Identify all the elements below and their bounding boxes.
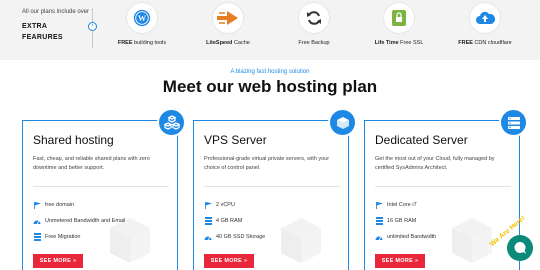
flag-icon [33,201,41,209]
plan-description: Professional-grade virtual private serve… [204,156,330,171]
list-item: 4 GB RAM [204,213,265,229]
speedometer-icon [33,217,41,225]
plan-title: Dedicated Server [375,133,468,147]
plan-description: Fast, cheap, and reliable shared plans w… [33,156,150,171]
cubes-illustration [110,218,150,263]
features-intro: All our plans include over EXTRA FEARURE… [22,8,90,43]
features-intro-title: EXTRA FEARURES [22,23,63,41]
feature-free-ssl[interactable]: Life Time Free SSL [359,0,439,46]
section-kicker: A blazing fast hosting solution [230,69,310,75]
see-more-button[interactable]: SEE MORE » [33,254,83,268]
feature-label: Life Time Free SSL [374,40,424,46]
litespeed-icon [212,2,244,34]
divider [375,186,511,187]
divider [204,186,340,187]
ssl-lock-icon [383,2,415,34]
feature-label: LiteSpeed Cache [206,40,250,46]
server-icon [204,217,212,225]
server-rack-icon [499,108,528,137]
feature-free-cdn[interactable]: FREE CDN cloudflare [445,0,525,46]
wordpress-icon: W [126,2,158,34]
feature-free-backup[interactable]: Free Backup [274,0,354,46]
cubes-icon [157,108,186,137]
flag-icon [375,201,383,209]
divider [33,186,169,187]
section-title: Meet our web hosting plan [162,77,378,96]
feature-free-building-tools[interactable]: W FREE building tools [102,0,182,46]
list-item: Intel Core i7 [375,197,436,213]
list-item: 2 vCPU [204,197,265,213]
server-icon [375,217,383,225]
list-item: unlimited Bandwidth [375,229,436,245]
cloud-upload-icon [469,2,501,34]
feature-label: Free Backup [298,40,330,46]
list-item: 40 GB SSD Storage [204,229,265,245]
plan-feature-list: Intel Core i7 16 GB RAM unlimited Bandwi… [375,197,436,245]
features-intro-small: All our plans include over [22,9,90,15]
list-item: 16 GB RAM [375,213,436,229]
plan-description: Get the most out of your Cloud, fully ma… [375,156,495,171]
cubes-illustration [281,218,321,263]
server-icon [33,233,41,241]
plan-title: Shared hosting [33,133,114,147]
features-bar: All our plans include over EXTRA FEARURE… [0,0,540,60]
feature-label: FREE CDN cloudflare [458,40,512,46]
chat-button[interactable] [507,235,533,261]
speedometer-icon [375,233,383,241]
see-more-button[interactable]: SEE MORE » [375,254,425,268]
plan-card-vps: VPS Server Professional-grade virtual pr… [193,120,349,270]
list-item: free domain [33,197,125,213]
speedometer-icon [204,233,212,241]
see-more-button[interactable]: SEE MORE » [204,254,254,268]
cube-icon [328,108,357,137]
chat-bubble-icon [514,242,526,254]
chevron-right-icon: › [88,22,97,31]
feature-label: FREE building tools [117,40,167,46]
plan-title: VPS Server [204,133,267,147]
feature-litespeed-cache[interactable]: LiteSpeed Cache [188,0,268,46]
flag-icon [204,201,212,209]
plan-card-shared: Shared hosting Fast, cheap, and reliable… [22,120,178,270]
plan-feature-list: 2 vCPU 4 GB RAM 40 GB SSD Storage [204,197,265,245]
refresh-icon [298,2,330,34]
plan-card-dedicated: Dedicated Server Get the most out of you… [364,120,520,270]
svg-text:W: W [138,14,146,23]
